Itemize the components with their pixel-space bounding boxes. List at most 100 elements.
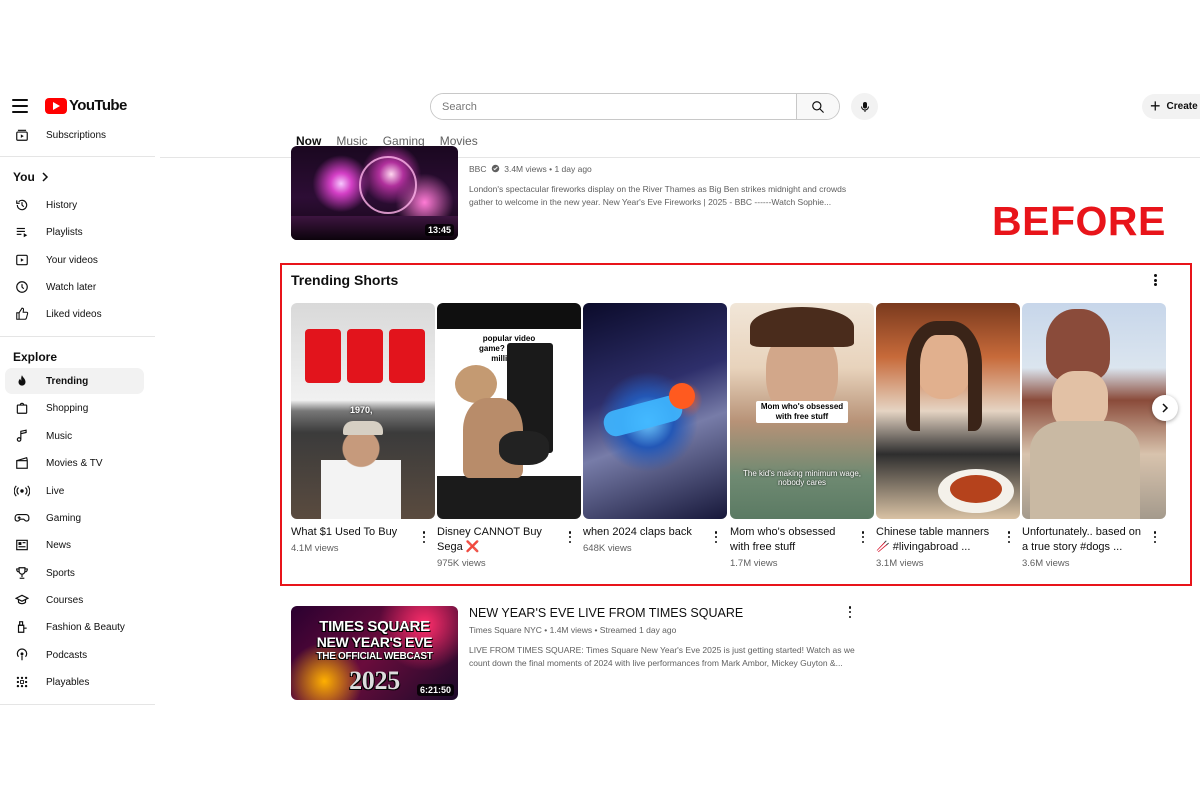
sidebar-item-music[interactable]: Music <box>5 423 144 449</box>
explore-heading-label: Explore <box>13 350 58 364</box>
video-meta: BBC 3.4M views • 1 day ago <box>469 164 859 174</box>
short-title[interactable]: Mom who's obsessed with free stuff <box>730 525 852 555</box>
video-row-times-square: TIMES SQUARE NEW YEAR'S EVE THE OFFICIAL… <box>291 606 859 700</box>
youtube-page: YouTube + Create Now Music Gaming Movies… <box>0 0 1200 800</box>
short-overlay-text: Mom who's obsessed with free stuff <box>756 401 848 423</box>
sidebar-item-label: Podcasts <box>46 649 88 661</box>
food-graphic <box>950 475 1002 503</box>
sidebar-item-trending[interactable]: Trending <box>5 368 144 394</box>
short-card: 1970, What $1 Used To Buy 4.1M views <box>291 303 435 554</box>
menu-icon[interactable] <box>12 99 28 113</box>
hair-graphic <box>750 307 854 347</box>
sidebar-item-gaming[interactable]: Gaming <box>5 505 144 531</box>
sidebar-item-live[interactable]: Live <box>5 478 144 504</box>
before-annotation: BEFORE <box>992 198 1166 244</box>
movies-icon <box>6 456 38 470</box>
sidebar-item-history[interactable]: History <box>5 192 144 218</box>
podcasts-icon <box>6 648 38 662</box>
sidebar-item-courses[interactable]: Courses <box>5 587 144 613</box>
sidebar-you-heading[interactable]: You <box>13 170 49 184</box>
sidebar-item-label: Trending <box>46 375 89 387</box>
short-title[interactable]: Chinese table manners 🥢 #livingabroad ..… <box>876 525 998 555</box>
more-options-icon[interactable] <box>1005 531 1013 543</box>
london-eye-graphic <box>359 156 417 214</box>
short-title[interactable]: Disney CANNOT Buy Sega ❌ <box>437 525 559 555</box>
chevron-right-icon <box>42 172 48 182</box>
duration-badge: 6:21:50 <box>416 684 454 696</box>
sidebar-item-label: Subscriptions <box>46 129 107 141</box>
more-options-icon[interactable] <box>712 531 720 543</box>
sidebar-item-shopping[interactable]: Shopping <box>5 395 144 421</box>
create-button[interactable]: + Create <box>1142 94 1200 119</box>
hair-graphic <box>906 321 982 431</box>
sidebar-item-podcasts[interactable]: Podcasts <box>5 642 144 668</box>
short-title[interactable]: when 2024 claps back <box>583 525 705 540</box>
plus-icon: + <box>1150 95 1161 116</box>
sidebar-item-watch-later[interactable]: Watch later <box>5 274 144 300</box>
shopping-icon <box>6 401 38 415</box>
sidebar-item-label: Your videos <box>46 254 98 266</box>
person-graphic <box>321 421 401 519</box>
short-thumbnail[interactable]: 1970, <box>291 303 435 519</box>
more-options-icon[interactable] <box>420 531 428 543</box>
search-input[interactable] <box>431 94 796 119</box>
gas-can-graphic <box>389 329 425 383</box>
short-thumbnail[interactable] <box>1022 303 1166 519</box>
sidebar-item-playlists[interactable]: Playlists <box>5 219 144 245</box>
thumbnail-text: NEW YEAR'S EVE <box>316 634 433 650</box>
sidebar-item-news[interactable]: News <box>5 532 144 558</box>
short-views: 3.6M views <box>1022 558 1070 569</box>
video-title[interactable]: NEW YEAR'S EVE LIVE FROM TIMES SQUARE <box>469 606 859 620</box>
sidebar-item-label: Live <box>46 485 65 497</box>
more-options-icon[interactable] <box>1151 531 1159 543</box>
thumbs-up-icon <box>6 307 38 321</box>
more-options-icon[interactable] <box>566 531 574 543</box>
short-thumbnail[interactable] <box>876 303 1020 519</box>
sidebar-item-label: Sports <box>46 567 75 579</box>
thumbnail-text: TIMES SQUARE <box>319 618 430 635</box>
short-title[interactable]: What $1 Used To Buy <box>291 525 413 540</box>
short-card: popular video game? cost 390 million to … <box>437 303 581 569</box>
live-icon <box>6 484 38 498</box>
channel-name[interactable]: BBC <box>469 164 486 174</box>
sidebar-item-movies-tv[interactable]: Movies & TV <box>5 450 144 476</box>
more-options-icon[interactable] <box>846 606 854 618</box>
sidebar-item-your-videos[interactable]: Your videos <box>5 247 144 273</box>
short-thumbnail[interactable] <box>583 303 727 519</box>
next-shorts-button[interactable] <box>1152 395 1178 421</box>
short-overlay-text: 1970, <box>350 405 373 415</box>
search-icon <box>812 100 824 113</box>
fashion-icon <box>6 620 38 634</box>
music-icon <box>6 429 38 443</box>
youtube-logo[interactable]: YouTube <box>45 97 127 114</box>
short-views: 4.1M views <box>291 543 339 554</box>
sidebar-item-playables[interactable]: Playables <box>5 669 144 695</box>
short-views: 3.1M views <box>876 558 924 569</box>
sidebar-item-label: Playables <box>46 676 90 688</box>
thumbnail-text: THE OFFICIAL WEBCAST <box>316 651 433 662</box>
verified-icon <box>491 164 500 173</box>
sidebar-item-sports[interactable]: Sports <box>5 560 144 586</box>
gaming-icon <box>6 511 38 525</box>
search-button[interactable] <box>796 94 839 119</box>
more-options-icon[interactable] <box>1149 272 1161 288</box>
sidebar-item-subscriptions[interactable]: Subscriptions <box>5 122 144 148</box>
voice-search-button[interactable] <box>851 93 878 120</box>
video-info: NEW YEAR'S EVE LIVE FROM TIMES SQUARE Ti… <box>469 606 859 700</box>
video-stats: 3.4M views • 1 day ago <box>504 164 592 174</box>
sidebar-item-fashion-beauty[interactable]: Fashion & Beauty <box>5 614 144 640</box>
short-thumbnail[interactable]: Mom who's obsessed with free stuff The k… <box>730 303 874 519</box>
short-card: when 2024 claps back 648K views <box>583 303 727 554</box>
controller-graphic <box>499 431 549 465</box>
short-thumbnail[interactable]: popular video game? cost 390 million to <box>437 303 581 519</box>
sidebar-item-liked-videos[interactable]: Liked videos <box>5 301 144 327</box>
short-card: Mom who's obsessed with free stuff The k… <box>730 303 874 569</box>
video-thumbnail[interactable]: TIMES SQUARE NEW YEAR'S EVE THE OFFICIAL… <box>291 606 458 700</box>
more-options-icon[interactable] <box>859 531 867 543</box>
sidebar-item-label: Liked videos <box>46 308 102 320</box>
microphone-icon <box>860 101 869 112</box>
sidebar-divider <box>0 336 155 337</box>
sidebar-item-label: Movies & TV <box>46 457 103 469</box>
video-thumbnail[interactable]: 13:45 <box>291 146 458 240</box>
short-title[interactable]: Unfortunately.. based on a true story #d… <box>1022 525 1144 555</box>
